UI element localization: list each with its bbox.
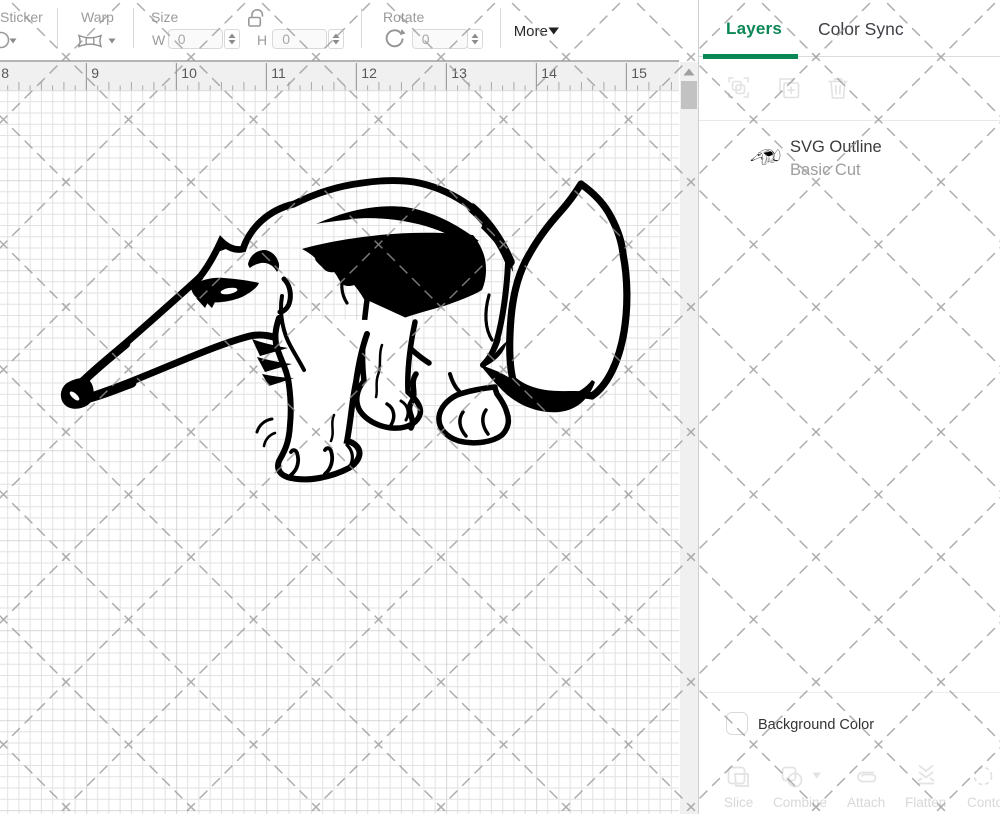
- svg-text:14: 14: [541, 65, 557, 81]
- svg-text:9: 9: [91, 65, 99, 81]
- svg-text:12: 12: [361, 65, 377, 81]
- svg-text:10: 10: [181, 65, 197, 81]
- svg-text:11: 11: [271, 65, 286, 81]
- svg-text:8: 8: [1, 65, 9, 81]
- svg-text:15: 15: [631, 65, 647, 81]
- svg-text:13: 13: [451, 65, 467, 81]
